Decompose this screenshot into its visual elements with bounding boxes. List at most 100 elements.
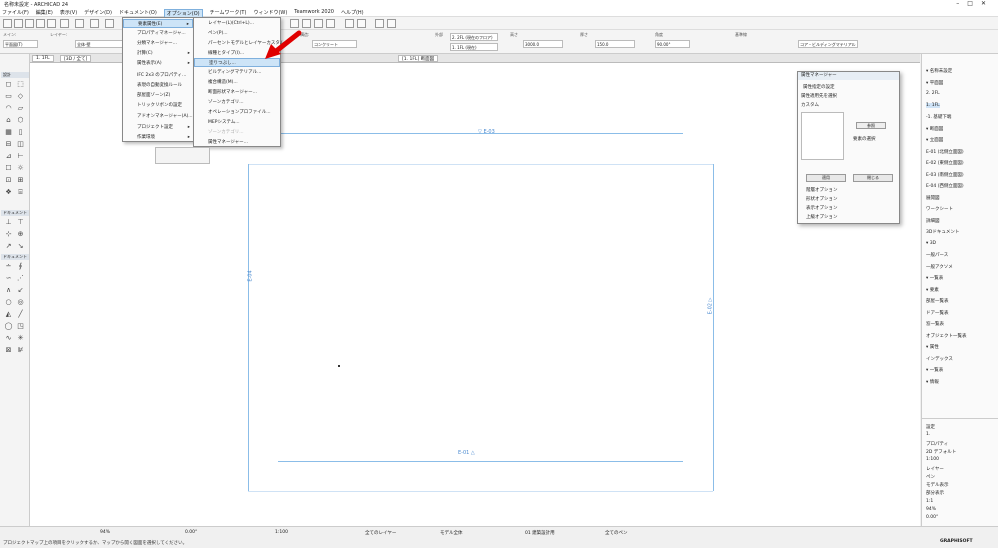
curtain-wall-tool-icon[interactable]: ▦: [4, 128, 13, 136]
submenu-item-profile-manager[interactable]: 断面形状マネージャー...: [194, 88, 280, 97]
snap-icon[interactable]: [90, 19, 99, 28]
text-tool-icon[interactable]: ⊹: [4, 230, 13, 238]
elevation-tool-icon[interactable]: ◭: [4, 310, 13, 318]
info-field-bottom[interactable]: 1. 1FL (現在): [450, 43, 498, 51]
panel-apply-button[interactable]: 適用: [806, 174, 846, 182]
close-icon[interactable]: ✕: [981, 0, 994, 7]
submenu-item-operation-profiles[interactable]: オペレーションプロファイル...: [194, 108, 280, 117]
menu-item-attribute-display[interactable]: 属性表示(A) ▸: [123, 59, 193, 68]
hotspot-tool-icon[interactable]: ⋰: [16, 274, 25, 282]
morph-tool-icon[interactable]: ❖: [4, 188, 13, 196]
menu-item-ifc-properties[interactable]: IFC 2x3 のプロパティ...: [123, 71, 193, 80]
navigator-item[interactable]: 詳細図: [926, 218, 940, 224]
navigator-item[interactable]: E-02 (東側立面図): [926, 160, 964, 166]
submenu-item-attribute-manager[interactable]: 属性マネージャー...: [194, 138, 280, 147]
navigator-item[interactable]: 窓一覧表: [926, 321, 944, 327]
navigator-item[interactable]: ▾ 情報: [926, 379, 939, 385]
layout-icon[interactable]: [326, 19, 335, 28]
navigator-item[interactable]: 一般パース: [926, 252, 948, 258]
flag-icon[interactable]: [314, 19, 323, 28]
status-layer[interactable]: 全てのレイヤー: [365, 530, 396, 536]
navigator-prop[interactable]: モデル表示: [926, 482, 949, 488]
table-tool-icon[interactable]: ⊯: [16, 346, 25, 354]
line-tool-icon[interactable]: ↘: [16, 242, 25, 250]
menu-item-calculation[interactable]: 計算(C) ▸: [123, 49, 193, 58]
navigator-item[interactable]: ドア一覧表: [926, 310, 949, 316]
menu-item-auto-conversion[interactable]: 表現の自動変換ルール: [123, 81, 193, 90]
label-tool-icon[interactable]: ⊕: [16, 230, 25, 238]
object-tool-icon[interactable]: ☐: [4, 164, 13, 172]
tab-section[interactable]: [1. 1FL] 断面図: [398, 55, 439, 62]
navigator-item[interactable]: 1. 1FL: [926, 102, 940, 108]
navigator-prop[interactable]: 部分表示: [926, 490, 944, 496]
toolbox-section-document[interactable]: ドキュメント: [1, 210, 29, 216]
zone-tool-icon[interactable]: ⊡: [4, 176, 13, 184]
polyline-tool-icon[interactable]: ∮: [16, 262, 25, 270]
navigator-item[interactable]: 一般アクソメ: [926, 264, 953, 270]
3d-icon[interactable]: [375, 19, 384, 28]
render-icon[interactable]: [387, 19, 396, 28]
panel-item-7[interactable]: 表示オプション: [806, 205, 838, 211]
navigator-prop[interactable]: 0.00°: [926, 515, 938, 520]
pointer-tool-icon[interactable]: ◻: [4, 80, 13, 88]
mesh-tool-icon[interactable]: ⊞: [16, 176, 25, 184]
figure-tool-icon[interactable]: ∧: [4, 286, 13, 294]
navigator-item[interactable]: ▾ 要素: [926, 287, 939, 293]
elevation-marker-top[interactable]: ▽ E-03: [478, 129, 495, 135]
section-icon[interactable]: [302, 19, 311, 28]
status-model[interactable]: モデル全体: [440, 530, 463, 536]
navigator-item[interactable]: ▾ 一覧表: [926, 367, 943, 373]
lamp-tool-icon[interactable]: ☼: [16, 164, 25, 172]
navigator-item[interactable]: ▾ 3D: [926, 241, 936, 246]
marquee-tool-icon[interactable]: ⬚: [16, 80, 25, 88]
railing-tool-icon[interactable]: ⊢: [16, 152, 25, 160]
navigator-item[interactable]: ワークシート: [926, 206, 953, 212]
panel-item-5[interactable]: 階層オプション: [806, 187, 838, 193]
level-tool-icon[interactable]: ⊤: [16, 218, 25, 226]
navigator-item[interactable]: 2. 2FL: [926, 91, 940, 96]
menu-item-zone[interactable]: 部屋面ゾーン(Z): [123, 91, 193, 100]
toolbox-section-design[interactable]: 設計: [1, 72, 29, 78]
panel-item-0[interactable]: 属性指定の設定: [803, 84, 835, 90]
window-tool-icon[interactable]: ⊟: [4, 140, 13, 148]
navigator-item[interactable]: E-01 (北側立面図): [926, 149, 964, 155]
new-icon[interactable]: [3, 19, 12, 28]
navigator-item[interactable]: オブジェクト一覧表: [926, 333, 967, 339]
panel-item-8[interactable]: 上級オプション: [806, 214, 838, 220]
camera-tool-icon[interactable]: ⌸: [16, 188, 25, 196]
navigator-item[interactable]: ▾ 立面図: [926, 137, 943, 143]
change-tool-icon[interactable]: ⊠: [4, 346, 13, 354]
tab-3d[interactable]: [3D / 全て]: [60, 55, 92, 62]
navigator-item[interactable]: インデックス: [926, 356, 953, 362]
drawing-tool-icon[interactable]: ↙: [16, 286, 25, 294]
circle-tool-icon[interactable]: ○: [4, 298, 13, 306]
skylight-tool-icon[interactable]: ◫: [16, 140, 25, 148]
toolbox-section-more[interactable]: ドキュメント: [1, 254, 29, 260]
navigator-prop[interactable]: ペン: [926, 474, 935, 480]
navigator-prop[interactable]: プロパティ: [926, 441, 948, 447]
open-icon[interactable]: [14, 19, 23, 28]
submenu-item-zone-categories[interactable]: ゾーンカテゴリ...: [194, 98, 280, 107]
slab-tool-icon[interactable]: ▱: [16, 104, 25, 112]
minimize-icon[interactable]: –: [956, 0, 967, 7]
navigator-item[interactable]: ▾ 断面図: [926, 126, 943, 132]
navigator-prop[interactable]: 1:1: [926, 499, 933, 504]
navigator-item[interactable]: 3Dドキュメント: [926, 229, 959, 235]
door-tool-icon[interactable]: ▯: [16, 128, 25, 136]
shell-tool-icon[interactable]: ⬡: [16, 116, 25, 124]
navigator-item[interactable]: E-03 (南側立面図): [926, 172, 964, 178]
window-buttons[interactable]: –□✕: [956, 0, 994, 7]
find-icon[interactable]: [357, 19, 366, 28]
panel-close-button[interactable]: 閉じる: [853, 174, 893, 182]
menu-item-project-settings[interactable]: プロジェクト設定 ▸: [123, 123, 193, 132]
publish-icon[interactable]: [345, 19, 354, 28]
brush-icon[interactable]: [47, 19, 56, 28]
info-field-ref[interactable]: コア・ビルディングマテリアル: [798, 40, 858, 48]
submenu-item-layers[interactable]: レイヤー(L)(Ctrl+L)...: [194, 19, 280, 28]
wall-tool-icon[interactable]: ▭: [4, 92, 13, 100]
navigator-prop[interactable]: 1:100: [926, 457, 939, 462]
menu-item-classification-manager[interactable]: 分類マネージャー...: [123, 39, 193, 48]
elevation-marker-left[interactable]: E-04: [248, 270, 254, 281]
menu-item-addon-manager[interactable]: アドオンマネージャー(A)...: [123, 112, 193, 121]
spline-tool-icon[interactable]: ∽: [4, 274, 13, 282]
